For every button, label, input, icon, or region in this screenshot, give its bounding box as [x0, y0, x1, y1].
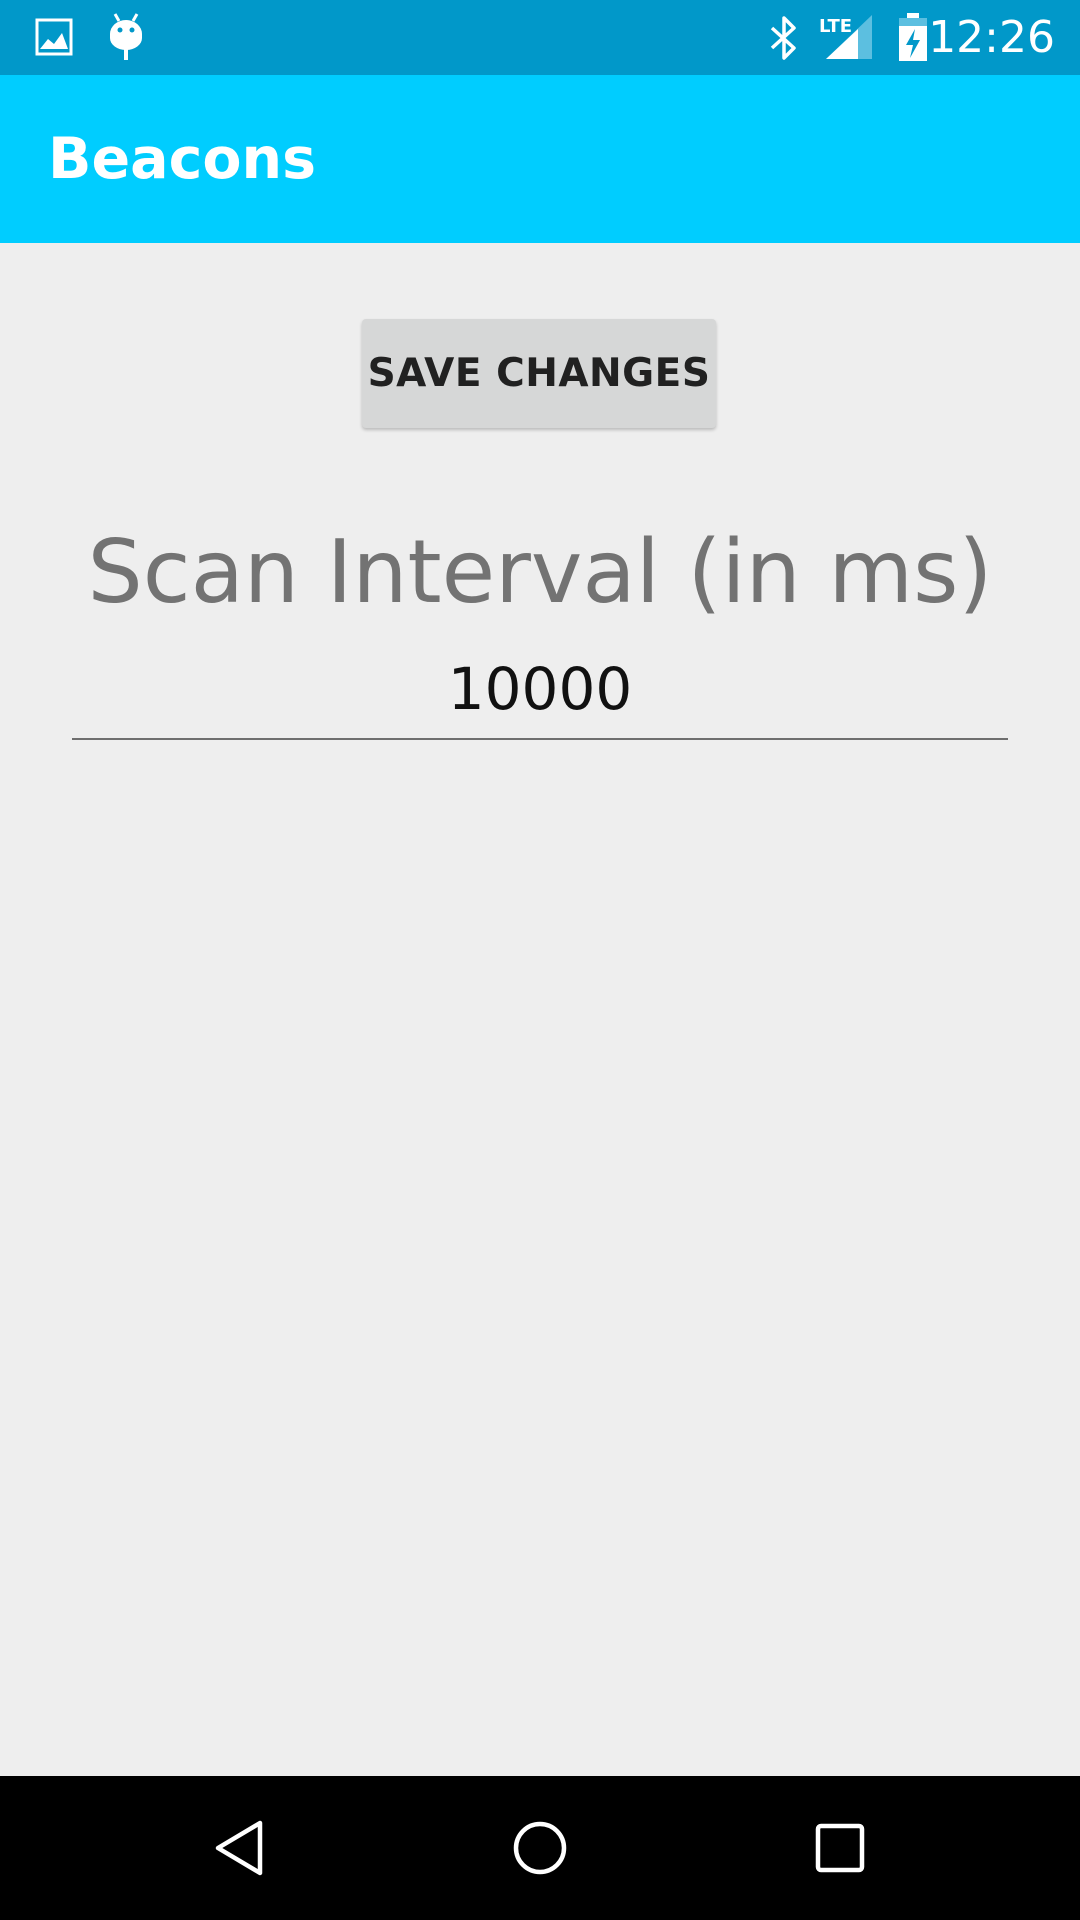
- back-icon: [215, 1820, 263, 1876]
- image-icon: [35, 18, 73, 56]
- battery-charging-icon: [899, 13, 927, 61]
- scan-interval-input[interactable]: [72, 640, 1008, 740]
- status-time: 12:26: [928, 12, 1055, 63]
- bluetooth-icon: [770, 16, 796, 60]
- navigation-bar: [0, 1776, 1080, 1920]
- app-title: Beacons: [48, 126, 317, 192]
- svg-text:LTE: LTE: [819, 16, 852, 37]
- lte-signal-icon: LTE: [819, 15, 872, 59]
- scan-interval-label: Scan Interval (in ms): [87, 521, 993, 623]
- app-bar: Beacons: [0, 75, 1080, 243]
- recents-button[interactable]: [760, 1776, 920, 1920]
- back-button[interactable]: [160, 1776, 320, 1920]
- save-changes-button[interactable]: SAVE CHANGES: [362, 319, 716, 428]
- android-debug-icon: [110, 13, 142, 60]
- home-icon: [513, 1821, 567, 1875]
- recents-icon: [815, 1823, 865, 1873]
- status-bar: LTE 12:26: [0, 0, 1080, 75]
- home-button[interactable]: [460, 1776, 620, 1920]
